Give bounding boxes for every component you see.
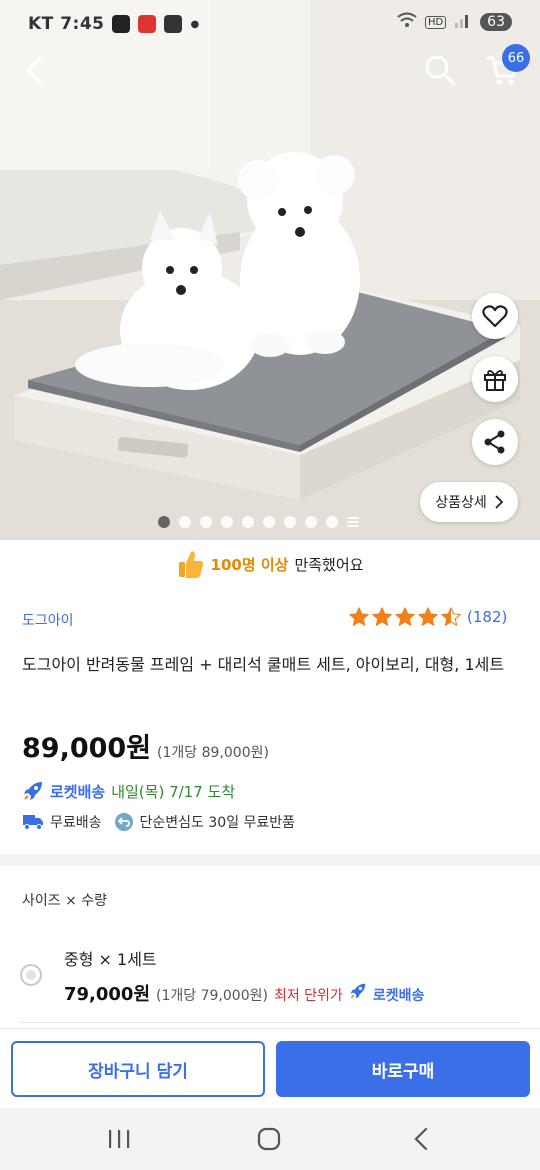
option-header: 사이즈 × 수량 (22, 893, 108, 909)
product-detail-button[interactable]: 상품상세 (420, 482, 518, 522)
star-icon (441, 607, 461, 626)
carousel-dot (158, 516, 170, 528)
truck-icon (23, 815, 43, 830)
hd-icon: HD (424, 15, 447, 29)
home-button[interactable] (254, 1124, 284, 1154)
carousel-dot (179, 516, 191, 528)
option-item[interactable]: 중형 × 1세트 79,000원 (1개당 79,000원) 최저 단위가 로켓… (20, 940, 520, 1018)
star-icon (418, 607, 438, 626)
home-icon (257, 1127, 281, 1151)
satisfaction-text: 만족했어요 (294, 555, 364, 574)
carousel-more-indicator (347, 521, 359, 523)
lowest-unit-price-tag: 최저 단위가 (273, 988, 343, 1004)
star-icon (349, 607, 369, 626)
chevron-right-icon (495, 495, 503, 509)
section-divider (0, 854, 540, 866)
purchase-action-bar: 장바구니 담기 바로구매 (0, 1028, 540, 1108)
thumbs-up-icon (178, 551, 203, 578)
back-button[interactable] (14, 48, 54, 92)
product-detail-label: 상품상세 (435, 495, 487, 511)
carousel-dot (305, 516, 317, 528)
system-navigation-bar (0, 1108, 540, 1170)
system-back-button[interactable] (406, 1124, 436, 1154)
option-name: 중형 × 1세트 (64, 950, 157, 969)
satisfaction-banner: 100명 이상 만족했어요 (0, 540, 540, 588)
share-button[interactable] (472, 419, 518, 465)
wishlist-button[interactable] (472, 293, 518, 339)
more-notifications-icon: ● (190, 18, 200, 30)
carousel-dot (221, 516, 233, 528)
notification-icon (164, 15, 183, 33)
recent-apps-icon (109, 1130, 130, 1148)
rating-count: (182) (467, 608, 508, 626)
buy-now-button[interactable]: 바로구매 (276, 1041, 530, 1097)
brand-link[interactable]: 도그아이 (22, 610, 74, 630)
option-rocket-label: 로켓배송 (372, 988, 425, 1004)
star-icon (372, 607, 392, 626)
delivery-date: 내일(목) 7/17 도착 (111, 782, 236, 801)
rating-stars[interactable]: (182) (348, 606, 507, 628)
recent-apps-button[interactable] (104, 1126, 134, 1152)
option-price: 79,000원 (64, 984, 151, 1005)
star-icon (395, 607, 415, 626)
rocket-icon (350, 983, 366, 999)
heart-icon (482, 305, 508, 328)
option-divider (20, 1022, 520, 1023)
search-button[interactable] (420, 48, 460, 92)
carousel-dot (263, 516, 275, 528)
notification-icon (138, 15, 157, 33)
free-return-label: 단순변심도 30일 무료반품 (139, 815, 296, 831)
signal-icon (454, 12, 472, 32)
add-to-cart-button[interactable]: 장바구니 담기 (11, 1041, 265, 1097)
option-radio[interactable] (20, 964, 42, 986)
carousel-indicator (158, 516, 359, 528)
satisfaction-highlight: 100명 이상 (210, 555, 289, 574)
wifi-icon (397, 12, 417, 32)
shipping-perks: 무료배송 단순변심도 30일 무료반품 (22, 812, 295, 832)
product-title: 도그아이 반려동물 프레임 + 대리석 쿨매트 세트, 아이보리, 대형, 1세… (22, 655, 505, 674)
cart-count-badge: 66 (502, 44, 530, 72)
rocket-icon (24, 782, 42, 800)
star-rating (348, 606, 462, 628)
carousel-dot (326, 516, 338, 528)
share-icon (484, 430, 505, 454)
carousel-dot (200, 516, 212, 528)
gift-button[interactable] (472, 356, 518, 402)
return-icon (114, 813, 133, 831)
chevron-left-icon (26, 56, 42, 84)
status-carrier-time: KT 7:45 (28, 14, 105, 34)
status-bar: KT 7:45 ● HD 63 (0, 0, 540, 48)
back-arrow-icon (414, 1127, 428, 1151)
product-price: 89,000원 (22, 733, 152, 764)
notification-icon (112, 15, 131, 33)
free-shipping-label: 무료배송 (50, 815, 102, 831)
delivery-info: 로켓배송 내일(목) 7/17 도착 (22, 780, 235, 802)
carousel-dot (242, 516, 254, 528)
unit-price: (1개당 89,000원) (157, 745, 269, 761)
battery-indicator: 63 (480, 13, 512, 31)
option-unit-price: (1개당 79,000원) (156, 988, 268, 1004)
carousel-dot (284, 516, 296, 528)
price-row: 89,000원 (1개당 89,000원) (22, 726, 269, 765)
rocket-delivery-label: 로켓배송 (50, 782, 106, 801)
option-price-row: 79,000원 (1개당 79,000원) 최저 단위가 로켓배송 (64, 980, 424, 1006)
search-icon (425, 55, 456, 86)
gift-icon (484, 370, 506, 391)
